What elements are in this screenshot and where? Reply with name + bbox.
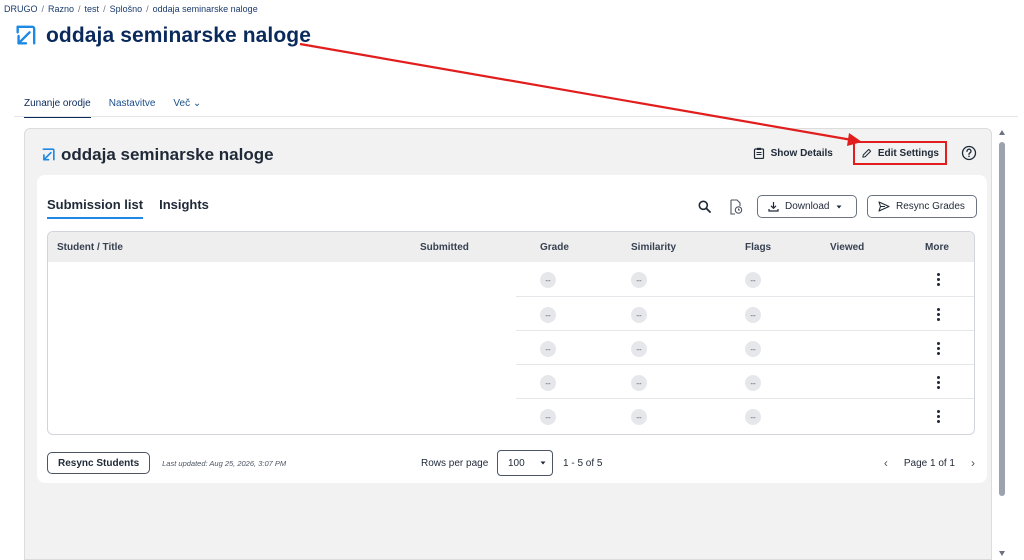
table-row[interactable]: -- -- --	[516, 262, 974, 296]
caret-down-icon	[540, 461, 546, 465]
page-indicator: Page 1 of 1	[903, 457, 955, 469]
page-header: oddaja seminarske naloge	[14, 24, 311, 48]
show-details-label: Show Details	[770, 147, 833, 159]
table-row[interactable]: -- -- --	[516, 398, 974, 432]
scrollbar[interactable]	[998, 130, 1006, 556]
document-clock-icon	[730, 198, 743, 215]
table-row[interactable]: -- -- --	[516, 364, 974, 398]
rows-per-page-select[interactable]: 100	[497, 450, 553, 476]
tab-vec[interactable]: Več ⌄	[173, 98, 201, 118]
breadcrumb-item-drugo[interactable]: DRUGO	[4, 4, 38, 14]
similarity-cell: --	[631, 341, 647, 357]
flags-cell: --	[745, 307, 761, 323]
resync-students-button[interactable]: Resync Students	[47, 452, 151, 474]
show-details-button[interactable]: Show Details	[747, 143, 839, 163]
table-row[interactable]: -- -- --	[516, 296, 974, 330]
resync-grades-label: Resync Grades	[896, 201, 965, 212]
table-row[interactable]: -- -- --	[516, 330, 974, 364]
download-label: Download	[785, 201, 830, 212]
rows-per-page-label: Rows per page	[421, 457, 489, 469]
column-viewed[interactable]: Viewed	[830, 242, 864, 253]
flags-cell: --	[745, 375, 761, 391]
flags-cell: --	[745, 341, 761, 357]
resync-grades-button[interactable]: Resync Grades	[867, 195, 977, 218]
similarity-cell: --	[631, 409, 647, 425]
submissions-table: Student / Title Submitted Grade Similari…	[47, 231, 975, 435]
similarity-cell: --	[631, 272, 647, 288]
breadcrumb-item-current[interactable]: oddaja seminarske naloge	[153, 4, 258, 14]
column-grade[interactable]: Grade	[540, 242, 569, 253]
previous-page-button[interactable]: ‹	[884, 456, 888, 470]
column-more: More	[925, 242, 949, 253]
edit-settings-button[interactable]: Edit Settings	[852, 141, 947, 165]
pagination: ‹ Page 1 of 1 ›	[884, 456, 975, 470]
grade-cell: --	[540, 375, 556, 391]
pagination-range: 1 - 5 of 5	[563, 457, 603, 469]
search-icon	[698, 200, 711, 213]
clipboard-icon	[753, 147, 764, 159]
more-options-button[interactable]	[932, 270, 944, 288]
breadcrumb-separator: /	[103, 4, 106, 14]
scroll-down-arrow[interactable]	[999, 551, 1005, 556]
assignment-panel: oddaja seminarske naloge Show Details Ed…	[24, 128, 992, 560]
late-policy-button[interactable]	[725, 196, 747, 218]
search-button[interactable]	[693, 196, 715, 218]
breadcrumb-separator: /	[41, 4, 45, 14]
tab-nastavitve[interactable]: Nastavitve	[109, 98, 156, 118]
more-options-button[interactable]	[932, 373, 944, 391]
download-button[interactable]: Download	[757, 195, 857, 218]
edit-settings-label: Edit Settings	[877, 147, 939, 159]
table-header: Student / Title Submitted Grade Similari…	[48, 232, 974, 262]
breadcrumb-separator: /	[78, 4, 81, 14]
rows-per-page-value: 100	[508, 457, 525, 469]
panel-header: oddaja seminarske naloge	[41, 145, 274, 165]
page: DRUGO / Razno / test / Splošno / oddaja …	[0, 0, 1024, 560]
download-icon	[768, 202, 779, 212]
breadcrumb: DRUGO / Razno / test / Splošno / oddaja …	[4, 4, 258, 14]
column-flags[interactable]: Flags	[745, 242, 771, 253]
scroll-up-arrow[interactable]	[999, 130, 1005, 135]
column-student-title[interactable]: Student / Title	[57, 242, 123, 253]
help-icon[interactable]	[961, 145, 977, 161]
student-column-empty	[48, 262, 516, 434]
flags-cell: --	[745, 272, 761, 288]
send-icon	[878, 201, 890, 212]
top-tabs: Zunanje orodje Nastavitve Več ⌄	[24, 98, 201, 118]
table-footer: Resync Students Last updated: Aug 25, 20…	[47, 450, 977, 476]
divider	[14, 116, 1018, 117]
tab-insights[interactable]: Insights	[159, 197, 209, 219]
more-options-button[interactable]	[932, 407, 944, 425]
grade-cell: --	[540, 272, 556, 288]
caret-down-icon	[836, 205, 842, 208]
more-options-button[interactable]	[932, 305, 944, 323]
page-title: oddaja seminarske naloge	[46, 24, 312, 47]
grade-cell: --	[540, 307, 556, 323]
submissions-card: Submission list Insights Download Resync…	[37, 175, 987, 483]
tab-submission-list[interactable]: Submission list	[47, 197, 144, 219]
more-options-button[interactable]	[932, 339, 944, 357]
submissions-toolbar: Download Resync Grades	[693, 195, 977, 218]
breadcrumb-item-test[interactable]: test	[85, 4, 100, 14]
flags-cell: --	[745, 409, 761, 425]
last-updated-text: Last updated: Aug 25, 2026, 3:07 PM	[162, 458, 287, 468]
external-tool-icon	[16, 25, 36, 45]
grade-cell: --	[540, 341, 556, 357]
column-submitted[interactable]: Submitted	[420, 242, 469, 253]
column-similarity[interactable]: Similarity	[631, 242, 676, 253]
panel-title: oddaja seminarske naloge	[61, 145, 274, 164]
next-page-button[interactable]: ›	[971, 456, 975, 470]
external-tool-icon	[42, 148, 55, 161]
breadcrumb-item-razno[interactable]: Razno	[48, 4, 74, 14]
similarity-cell: --	[631, 307, 647, 323]
breadcrumb-item-splosno[interactable]: Splošno	[110, 4, 143, 14]
pencil-icon	[862, 148, 872, 158]
scroll-thumb[interactable]	[999, 142, 1005, 496]
tab-zunanje-orodje[interactable]: Zunanje orodje	[24, 98, 91, 118]
submission-tabs: Submission list Insights	[47, 197, 209, 219]
panel-actions: Show Details Edit Settings	[747, 141, 977, 165]
breadcrumb-separator: /	[146, 4, 149, 14]
grade-cell: --	[540, 409, 556, 425]
similarity-cell: --	[631, 375, 647, 391]
